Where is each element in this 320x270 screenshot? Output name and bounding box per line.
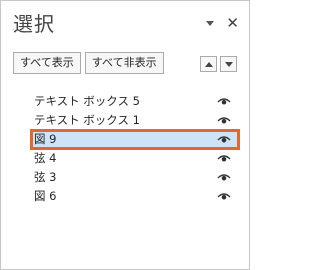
hide-all-button[interactable]: すべて非表示	[84, 52, 164, 74]
chevron-down-icon[interactable]	[204, 19, 216, 28]
bring-forward-button[interactable]	[200, 56, 217, 72]
pane-title: 選択	[13, 12, 55, 36]
list-item-label: 図 9	[34, 132, 57, 146]
list-item-label: 弦 3	[34, 170, 57, 184]
toolbar: すべて表示 すべて非表示	[13, 52, 164, 74]
list-item[interactable]: テキスト ボックス 1	[31, 111, 239, 130]
list-item-label: テキスト ボックス 1	[34, 113, 140, 127]
list-item-label: 図 6	[34, 189, 57, 203]
list-item-label: テキスト ボックス 5	[34, 94, 140, 108]
list-item[interactable]: 図 6	[31, 187, 239, 206]
pane-title-controls: ✕	[204, 16, 239, 31]
eye-icon[interactable]	[217, 135, 231, 144]
eye-icon[interactable]	[217, 116, 231, 125]
object-list: テキスト ボックス 5 テキスト ボックス 1 図 9 弦 4 弦 3 図 6	[30, 92, 240, 206]
arrow-up-icon	[204, 61, 213, 67]
close-icon[interactable]: ✕	[226, 16, 239, 31]
list-item[interactable]: テキスト ボックス 5	[31, 92, 239, 111]
show-all-button[interactable]: すべて表示	[13, 52, 81, 74]
list-item-selected[interactable]: 図 9	[30, 129, 240, 150]
arrow-down-icon	[224, 61, 233, 67]
list-item-label: 弦 4	[34, 151, 57, 165]
eye-icon[interactable]	[217, 173, 231, 182]
list-item[interactable]: 弦 3	[31, 168, 239, 187]
list-item[interactable]: 弦 4	[31, 149, 239, 168]
eye-icon[interactable]	[217, 192, 231, 201]
eye-icon[interactable]	[217, 97, 231, 106]
send-backward-button[interactable]	[220, 56, 237, 72]
selection-pane: 選択 ✕ すべて表示 すべて非表示 テキスト ボックス 5 テキスト ボックス …	[0, 0, 250, 270]
reorder-buttons	[200, 56, 237, 72]
eye-icon[interactable]	[217, 154, 231, 163]
